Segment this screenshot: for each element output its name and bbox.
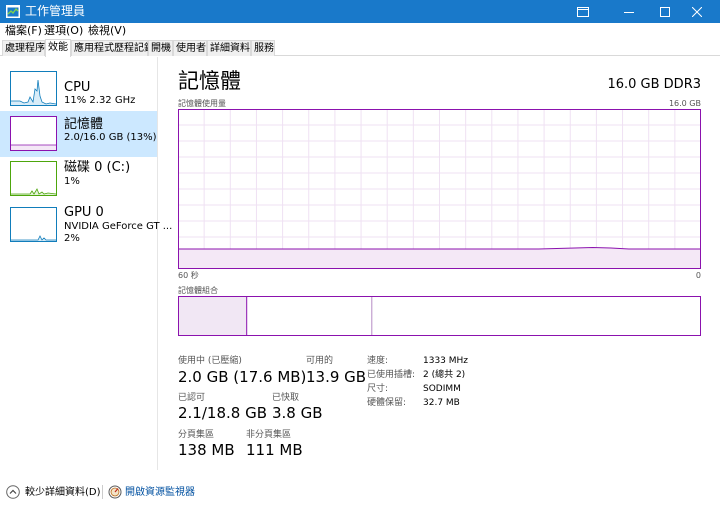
title-bar: 工作管理員 (0, 0, 720, 23)
sidebar-title-gpu: GPU 0 (64, 205, 104, 220)
window-title: 工作管理員 (25, 4, 86, 18)
paged-pool-value: 138 MB (178, 441, 235, 459)
spec-label-speed: 速度: (367, 356, 389, 366)
gpu-thumbnail (10, 207, 57, 242)
tab-app-history[interactable]: 應用程式歷程記錄 (71, 40, 154, 56)
committed-label: 已認可 (178, 393, 206, 403)
footer-divider (102, 485, 103, 499)
memory-spec: 16.0 GB DDR3 (607, 77, 701, 92)
cpu-thumbnail (10, 71, 57, 106)
chevron-up-circle-icon[interactable] (6, 485, 20, 499)
page-title: 記憶體 (178, 69, 241, 93)
paged-pool-label: 分頁集區 (178, 430, 215, 440)
sidebar-subtitle2-gpu: 2% (64, 233, 80, 244)
nonpaged-pool-label: 非分頁集區 (246, 430, 292, 440)
tab-services[interactable]: 服務 (251, 40, 275, 56)
in-use-label: 使用中 (已壓縮) (178, 356, 242, 366)
restore-window-button[interactable] (560, 0, 606, 23)
sidebar-subtitle-gpu: NVIDIA GeForce GT ... (64, 221, 173, 232)
footer: 較少詳細資料(D) 開啟資源監視器 (0, 480, 720, 504)
memory-usage-chart (178, 109, 701, 269)
sidebar-title-disk: 磁碟 0 (C:) (64, 160, 131, 175)
composition-in-use (179, 297, 247, 335)
menu-options[interactable]: 選項(O) (44, 24, 83, 37)
sidebar-subtitle-memory: 2.0/16.0 GB (13%) (64, 132, 157, 143)
sidebar-item-gpu[interactable]: GPU 0 NVIDIA GeForce GT ... 2% (0, 203, 172, 255)
menu-file[interactable]: 檔案(F) (5, 24, 42, 37)
tab-users[interactable]: 使用者 (173, 40, 207, 56)
sidebar-subtitle-cpu: 11% 2.32 GHz (64, 95, 136, 106)
tab-processes[interactable]: 處理程序 (2, 40, 45, 56)
spec-value-form-factor: SODIMM (423, 384, 461, 394)
time-axis-left: 60 秒 (178, 271, 199, 280)
available-value: 13.9 GB (306, 368, 367, 386)
nonpaged-pool-value: 111 MB (246, 441, 303, 459)
time-axis-right: 0 (695, 271, 701, 280)
task-manager-app-icon (6, 5, 20, 18)
tab-performance[interactable]: 效能 (45, 39, 71, 57)
usage-chart-max: 16.0 GB (668, 99, 701, 108)
spec-label-reserved: 硬體保留: (367, 398, 407, 408)
memory-thumbnail (10, 116, 57, 151)
spec-value-reserved: 32.7 MB (423, 398, 460, 408)
tab-details[interactable]: 詳細資料 (207, 40, 251, 56)
close-button[interactable] (674, 0, 720, 23)
available-label: 可用的 (306, 356, 334, 366)
usage-chart-label: 記憶體使用量 (178, 99, 226, 108)
spec-value-speed: 1333 MHz (423, 356, 469, 366)
close-icon (692, 6, 702, 17)
fewer-details-link[interactable]: 較少詳細資料(D) (25, 487, 101, 499)
sidebar-item-cpu[interactable]: CPU 11% 2.32 GHz (0, 66, 157, 112)
sidebar-title-cpu: CPU (64, 80, 91, 95)
sidebar-item-memory[interactable]: 記憶體 2.0/16.0 GB (13%) (0, 111, 157, 157)
open-resource-monitor-link[interactable]: 開啟資源監視器 (125, 487, 195, 499)
minimize-icon (624, 11, 634, 13)
menu-view[interactable]: 檢視(V) (88, 24, 126, 37)
sidebar-item-disk[interactable]: 磁碟 0 (C:) 1% (0, 157, 157, 203)
committed-value: 2.1/18.8 GB (178, 404, 267, 422)
in-use-value: 2.0 GB (17.6 MB) (178, 368, 307, 386)
sidebar-title-memory: 記憶體 (64, 117, 104, 132)
menu-bar: 檔案(F) 選項(O) 檢視(V) (0, 23, 720, 38)
spec-value-slots: 2 (總共 2) (423, 370, 466, 380)
sidebar-subtitle-disk: 1% (64, 176, 80, 187)
spec-label-slots: 已使用插槽: (367, 370, 416, 380)
usage-area (178, 247, 701, 269)
composition-label: 記憶體組合 (178, 286, 218, 295)
sidebar: CPU 11% 2.32 GHz 記憶體 2.0/16.0 GB (13%) 磁… (0, 57, 172, 470)
resource-monitor-icon (108, 485, 122, 499)
cached-label: 已快取 (272, 393, 300, 403)
tab-startup[interactable]: 開機 (148, 40, 173, 56)
tab-bar: 處理程序 效能 應用程式歷程記錄 開機 使用者 詳細資料 服務 (0, 38, 720, 57)
spec-label-form-factor: 尺寸: (367, 384, 389, 394)
mini-window-icon (577, 6, 589, 17)
disk-thumbnail (10, 161, 57, 196)
maximize-icon (660, 6, 670, 17)
memory-composition-bar (178, 296, 701, 336)
cached-value: 3.8 GB (272, 404, 323, 422)
